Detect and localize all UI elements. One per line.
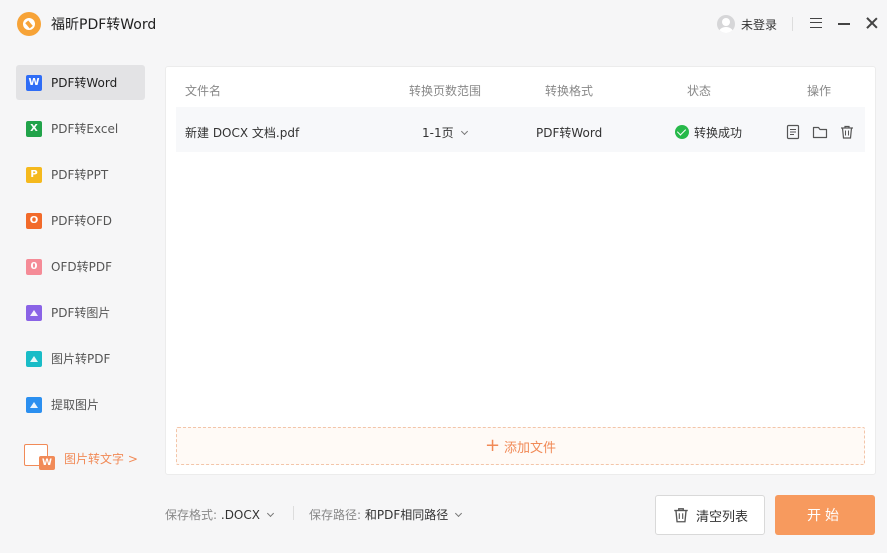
page-range-select[interactable]: 1-1页 (422, 124, 468, 141)
image-icon (26, 304, 42, 321)
clear-list-label: 清空列表 (695, 509, 748, 525)
sidebar-item-extract-image[interactable]: 提取图片 (16, 387, 145, 422)
sidebar-item-label: 图片转PDF (51, 352, 111, 366)
open-file-icon[interactable] (785, 124, 801, 140)
minimize-icon[interactable] (838, 23, 850, 25)
sidebar-item-image-to-pdf[interactable]: 图片转PDF (16, 341, 145, 376)
start-button[interactable]: 开始 (775, 495, 875, 535)
sidebar-item-label: 提取图片 (51, 398, 100, 412)
divider (293, 506, 294, 520)
ppt-icon: P (26, 166, 42, 183)
sidebar-item-label: PDF转图片 (51, 306, 111, 320)
menu-icon[interactable] (810, 18, 822, 28)
header-page-range: 转换页数范围 (409, 84, 482, 98)
delete-icon[interactable] (839, 124, 855, 140)
header-actions: 操作 (807, 84, 832, 98)
image-to-pdf-icon (26, 350, 42, 367)
app-title: 福昕PDF转Word (51, 17, 157, 33)
chevron-down-icon (266, 509, 275, 518)
chevron-down-icon (455, 509, 463, 518)
page-range-value: 1-1页 (422, 126, 454, 140)
image-to-text-icon: W (24, 444, 56, 472)
save-format-select[interactable]: 保存格式: .DOCX (165, 506, 275, 523)
save-path-label: 保存路径: (309, 508, 362, 522)
add-file-button[interactable]: + 添加文件 (176, 427, 865, 465)
plus-icon: + (484, 435, 501, 456)
close-icon[interactable] (866, 17, 878, 29)
sidebar-item-pdf-to-excel[interactable]: X PDF转Excel (16, 111, 145, 146)
header-format: 转换格式 (545, 84, 594, 98)
extract-image-icon (26, 396, 42, 413)
pdf-icon: 0 (26, 258, 42, 275)
success-check-icon (675, 125, 689, 139)
avatar[interactable] (717, 15, 735, 33)
sidebar-item-ofd-to-pdf[interactable]: 0 OFD转PDF (16, 249, 145, 284)
sidebar-item-label: PDF转PPT (51, 168, 109, 182)
excel-icon: X (26, 120, 42, 137)
sidebar-item-label: PDF转Word (51, 76, 118, 90)
login-link[interactable]: 未登录 (741, 16, 777, 33)
convert-format: PDF转Word (536, 126, 603, 140)
app-logo-icon (17, 12, 41, 36)
divider (792, 17, 793, 31)
sidebar-item-pdf-to-ofd[interactable]: O PDF转OFD (16, 203, 145, 238)
title-bar: 福昕PDF转Word 未登录 (0, 0, 887, 46)
sidebar-item-label: OFD转PDF (51, 260, 112, 274)
save-path-select[interactable]: 保存路径: 和PDF相同路径 (309, 506, 463, 523)
sidebar-item-label: PDF转OFD (51, 214, 112, 228)
save-format-value: .DOCX (220, 508, 260, 522)
image-to-text-link[interactable]: W 图片转文字 > (24, 444, 138, 472)
word-icon: W (26, 74, 42, 91)
clear-list-button[interactable]: 清空列表 (655, 495, 765, 535)
file-list-panel: 文件名 转换页数范围 转换格式 状态 操作 新建 DOCX 文档.pdf 1-1… (165, 66, 876, 475)
status-text: 转换成功 (694, 126, 743, 140)
sidebar-item-label: PDF转Excel (51, 122, 119, 136)
add-file-label: 添加文件 (504, 440, 557, 456)
file-name: 新建 DOCX 文档.pdf (185, 126, 300, 140)
save-format-label: 保存格式: (165, 508, 218, 522)
sidebar-item-pdf-to-word[interactable]: W PDF转Word (16, 65, 145, 100)
image-to-text-label: 图片转文字 > (64, 451, 138, 466)
table-row: 新建 DOCX 文档.pdf 1-1页 PDF转Word 转换成功 (176, 107, 865, 152)
chevron-down-icon (460, 127, 468, 136)
header-filename: 文件名 (185, 84, 222, 98)
sidebar-item-pdf-to-image[interactable]: PDF转图片 (16, 295, 145, 330)
header-status: 状态 (687, 84, 712, 98)
sidebar: W PDF转Word X PDF转Excel P PDF转PPT O PDF转O… (0, 46, 160, 553)
ofd-icon: O (26, 212, 42, 229)
save-path-value: 和PDF相同路径 (364, 508, 449, 522)
folder-icon[interactable] (812, 124, 828, 140)
trash-icon (674, 508, 688, 523)
sidebar-item-pdf-to-ppt[interactable]: P PDF转PPT (16, 157, 145, 192)
